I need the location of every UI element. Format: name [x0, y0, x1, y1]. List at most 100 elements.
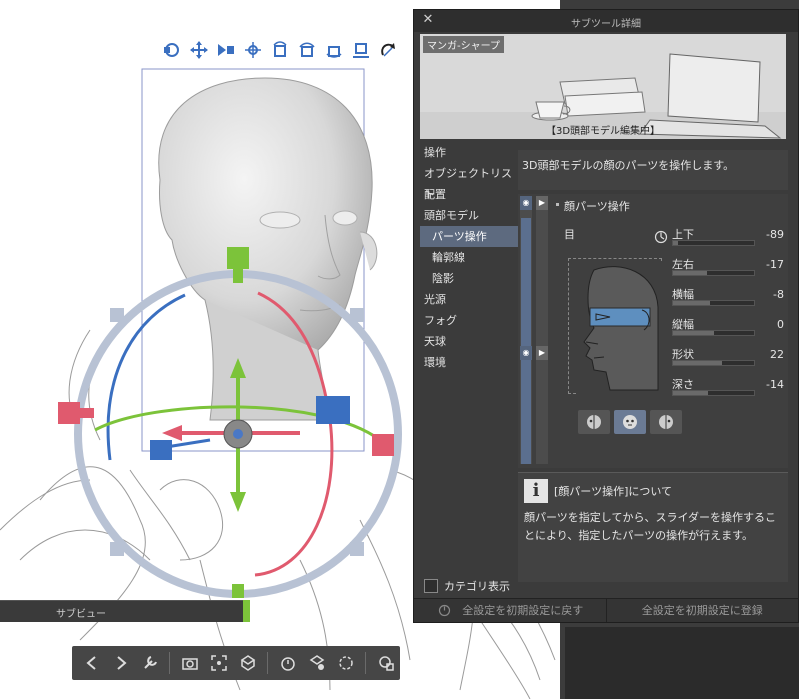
toolbar-divider [169, 652, 170, 674]
subview-label: サブビュー [56, 609, 106, 620]
register-all-button[interactable]: 全設定を初期設定に登録 [607, 599, 799, 622]
visibility-column[interactable]: ◉ ◉ [520, 196, 532, 464]
face-front-icon[interactable] [614, 410, 646, 434]
subtool-detail-panel: ✕ サブツール詳細 マンガ-シャープ 【3D頭部モデル編集中】 操作 オブジェクト… [413, 9, 799, 623]
panel-footer: 全設定を初期設定に戻す 全設定を初期設定に登録 [414, 598, 798, 622]
info-body: 顔パーツを指定してから、スライダーを操作することにより、指定したパーツの操作が行… [524, 511, 777, 542]
param-slider-fill [673, 391, 708, 395]
param-slider-row[interactable]: 形状 22 [672, 346, 784, 370]
camera-icon[interactable] [176, 650, 203, 677]
canvas-bottom-toolbar [72, 646, 400, 680]
next-icon[interactable] [107, 650, 134, 677]
section-title: 顔パーツ操作 [564, 200, 630, 213]
preview-caption: 【3D頭部モデル編集中】 [545, 126, 661, 137]
category-display-toggle[interactable]: カテゴリ表示 [424, 578, 510, 594]
param-slider-row[interactable]: 縦幅 0 [672, 316, 784, 340]
param-slider-row[interactable]: 深さ -14 [672, 376, 784, 400]
param-slider-row[interactable]: 左右 -17 [672, 256, 784, 280]
category-display-checkbox[interactable] [424, 579, 438, 593]
eye-icon[interactable]: ◉ [520, 346, 532, 360]
category-item[interactable]: 陰影 [420, 268, 518, 289]
undo-rotate-icon[interactable] [376, 38, 400, 62]
description-text: 3D頭部モデルの顔のパーツを操作します。 [522, 159, 735, 172]
lock-column[interactable]: ▶ ▶ [536, 196, 548, 464]
pan-camera-icon[interactable] [187, 38, 211, 62]
param-slider-fill [673, 301, 711, 305]
param-slider-track[interactable] [672, 360, 755, 366]
wrench-icon[interactable] [136, 650, 163, 677]
rotate-object-x-icon[interactable] [295, 38, 319, 62]
eye-icon[interactable]: ◉ [520, 196, 532, 210]
category-list: 操作 オブジェクトリスト 配置 頭部モデル パーツ操作 輪郭線 陰影 光源 フォグ 天球 環境 [420, 142, 518, 373]
info-box: i [顔パーツ操作]について 顔パーツを指定してから、スライダーを操作することに… [518, 472, 788, 582]
face-left-icon[interactable] [578, 410, 610, 434]
param-slider-track[interactable] [672, 390, 755, 396]
zoom-camera-icon[interactable] [214, 38, 238, 62]
category-item[interactable]: 光源 [420, 289, 518, 310]
category-item[interactable]: 環境 [420, 352, 518, 373]
object-move-icon[interactable] [303, 650, 330, 677]
subview-palette-bar[interactable]: サブビュー [0, 600, 243, 622]
category-display-label: カテゴリ表示 [444, 580, 510, 593]
ground-icon[interactable] [234, 650, 261, 677]
timer-icon[interactable] [274, 650, 301, 677]
panel-title: サブツール詳細 [571, 19, 641, 30]
param-slider-fill [673, 271, 708, 275]
param-slider-row[interactable]: 上下 -89 [672, 226, 784, 250]
param-slider-fill [673, 331, 714, 335]
section-marker [556, 203, 559, 206]
x-move-handle-right[interactable] [372, 434, 394, 456]
expand-triangle-icon[interactable]: ▶ [536, 196, 548, 210]
ground-snap-icon[interactable] [349, 38, 373, 62]
param-slider-track[interactable] [672, 330, 755, 336]
category-item[interactable]: オブジェクトリスト [420, 163, 518, 201]
category-item[interactable]: パーツ操作 [420, 226, 518, 247]
x-move-handle-left[interactable] [58, 402, 80, 424]
fit-icon[interactable] [205, 650, 232, 677]
category-item[interactable]: 頭部モデル [420, 205, 518, 226]
param-value[interactable]: -14 [766, 378, 784, 391]
param-slider-track[interactable] [672, 300, 755, 306]
y-move-handle[interactable] [227, 247, 249, 269]
reset-all-button[interactable]: 全設定を初期設定に戻す [414, 599, 607, 622]
category-item[interactable]: 配置 [420, 184, 518, 205]
param-slider-row[interactable]: 横幅 -8 [672, 286, 784, 310]
param-slider-fill [673, 361, 723, 365]
canvas-bottom-margin [565, 627, 799, 699]
reset-dial-icon [438, 604, 451, 617]
face-part-selector[interactable] [576, 262, 662, 394]
rotate-reset-icon[interactable] [332, 650, 359, 677]
param-slider-track[interactable] [672, 270, 755, 276]
param-value[interactable]: -89 [766, 228, 784, 241]
move-camera-icon[interactable] [160, 38, 184, 62]
param-slider-fill [673, 241, 678, 245]
param-value[interactable]: -8 [773, 288, 784, 301]
face-right-icon[interactable] [650, 410, 682, 434]
param-value[interactable]: -17 [766, 258, 784, 271]
expand-triangle-icon[interactable]: ▶ [536, 346, 548, 360]
object-launcher-toolbar [160, 38, 400, 62]
target-part-label: 目 [564, 228, 575, 241]
head-model-icon[interactable] [372, 650, 399, 677]
toolbar-divider [267, 652, 268, 674]
parameter-area: ◉ ◉ ▶ ▶ 顔パーツ操作 目 上下 -89 左右 -17 横幅 -8 縦幅 0 形状 22 深さ… [518, 194, 788, 468]
toolbar-divider [365, 652, 366, 674]
info-title: [顔パーツ操作]について [554, 485, 673, 498]
z-move-handle-small[interactable] [150, 440, 172, 460]
move-object-icon[interactable] [241, 38, 265, 62]
rotate-object-y-icon[interactable] [322, 38, 346, 62]
category-item[interactable]: 輪郭線 [420, 247, 518, 268]
face-view-buttons [578, 410, 682, 434]
panel-titlebar[interactable]: ✕ サブツール詳細 [414, 10, 798, 32]
category-item[interactable]: フォグ [420, 310, 518, 331]
category-item[interactable]: 天球 [420, 331, 518, 352]
reset-dial-icon[interactable] [654, 230, 668, 244]
category-item[interactable]: 操作 [420, 142, 518, 163]
rotate-object-icon[interactable] [268, 38, 292, 62]
param-value[interactable]: 0 [777, 318, 784, 331]
param-slider-track[interactable] [672, 240, 755, 246]
description-box: 3D頭部モデルの顔のパーツを操作します。 [518, 150, 788, 190]
param-value[interactable]: 22 [770, 348, 784, 361]
z-move-handle[interactable] [316, 396, 350, 424]
prev-icon[interactable] [78, 650, 105, 677]
